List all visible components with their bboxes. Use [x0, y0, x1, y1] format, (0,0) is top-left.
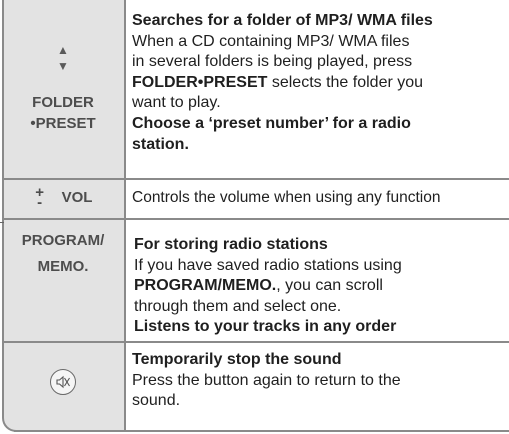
mute-icon: [50, 369, 76, 395]
desc-key-name: PROGRAM/MEMO.: [134, 277, 277, 295]
desc-text: Press the button again to return to the: [132, 371, 401, 389]
mute-key: [2, 369, 124, 401]
desc-subtitle: Choose a ‘preset number’ for a radio: [132, 114, 411, 132]
vol-key: + - VOL: [2, 185, 124, 210]
desc-key-name: FOLDER•PRESET: [132, 73, 268, 91]
program-memo-key: PROGRAM/ MEMO.: [2, 228, 124, 280]
row-divider: [2, 178, 509, 180]
mute-description: Temporarily stop the sound Press the but…: [132, 350, 509, 412]
folder-preset-description: Searches for a folder of MP3/ WMA files …: [132, 11, 509, 155]
desc-subtitle: station.: [132, 135, 189, 153]
margin-mark: [0, 222, 4, 223]
key-label: •PRESET: [30, 115, 96, 132]
plus-minus-icon: + -: [34, 185, 46, 210]
arrow-up-icon: ▲: [57, 43, 69, 57]
key-label: VOL: [61, 189, 93, 206]
desc-text-inline: selects the folder you: [267, 73, 424, 91]
desc-text: FOLDER•PRESET selects the folder you: [132, 73, 509, 94]
desc-text-inline: , you can scroll: [276, 277, 383, 295]
folder-preset-key: ▲ ▼ FOLDER •PRESET: [2, 42, 124, 134]
key-label: PROGRAM/: [21, 232, 105, 249]
desc-title: Searches for a folder of MP3/ WMA files: [132, 12, 433, 29]
desc-text: Controls the volume when using any funct…: [132, 189, 441, 206]
row-divider: [2, 218, 509, 220]
arrow-down-icon: ▼: [57, 59, 69, 73]
row-divider: [2, 341, 509, 343]
desc-text: When a CD containing MP3/ WMA files: [132, 32, 410, 50]
table-bottom-border: [14, 430, 509, 432]
function-table: ▲ ▼ FOLDER •PRESET Searches for a folder…: [0, 0, 509, 434]
key-label: FOLDER: [32, 94, 94, 111]
desc-title: Temporarily stop the sound: [132, 351, 342, 368]
key-label: MEMO.: [37, 258, 89, 275]
desc-text: If you have saved radio stations using: [134, 256, 402, 274]
desc-text: through them and select one.: [134, 297, 342, 315]
vol-description: Controls the volume when using any funct…: [132, 188, 509, 209]
desc-text: PROGRAM/MEMO., you can scroll: [134, 276, 509, 297]
desc-text: want to play.: [132, 94, 221, 112]
program-memo-description: For storing radio stations If you have s…: [134, 235, 509, 338]
column-divider: [124, 0, 126, 432]
desc-text: sound.: [132, 392, 181, 410]
desc-title: For storing radio stations: [134, 236, 328, 253]
desc-subtitle: Listens to your tracks in any order: [134, 318, 397, 336]
desc-text: in several folders is being played, pres…: [132, 53, 413, 71]
